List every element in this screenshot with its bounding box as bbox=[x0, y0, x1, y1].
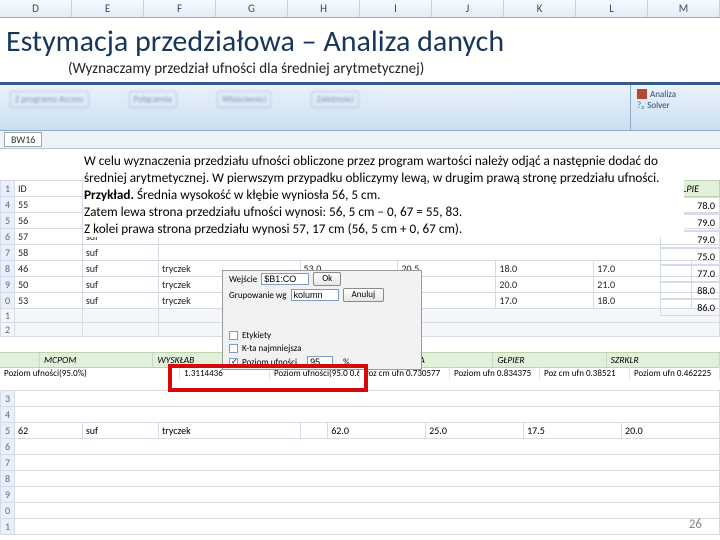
ribbon-item-solver[interactable]: ?₂Solver bbox=[637, 100, 714, 111]
name-box-bar: BW16 bbox=[0, 131, 720, 149]
descriptive-stats-dialog[interactable]: Wejście Ok Grupowanie wg Anuluj Etykiety… bbox=[222, 270, 422, 370]
col-G[interactable]: G bbox=[216, 0, 288, 17]
table-row: 758suf bbox=[1, 245, 720, 261]
excel-ribbon: Z programu AccessPołączeniaWłaściwościZa… bbox=[0, 85, 720, 131]
col-I[interactable]: I bbox=[360, 0, 432, 17]
col-H[interactable]: H bbox=[288, 0, 360, 17]
slide-title-block: Estymacja przedziałowa – Analiza danych … bbox=[0, 18, 720, 85]
para-3: Zatem lewa strona przedziału ufności wyn… bbox=[84, 204, 684, 221]
checkbox-icon[interactable] bbox=[229, 344, 238, 353]
ok-button[interactable]: Ok bbox=[313, 272, 341, 286]
highlight-rectangle bbox=[168, 364, 368, 392]
slide-title: Estymacja przedziałowa – Analiza danych bbox=[6, 26, 714, 58]
slide-subtitle: (Wyznaczamy przedział ufności dla średni… bbox=[68, 60, 714, 78]
para-2: Przykład. Średnia wysokość w kłębie wyni… bbox=[84, 187, 684, 204]
var-szrklr: SZRKLR bbox=[607, 353, 720, 367]
col-M[interactable]: M bbox=[648, 0, 720, 17]
var-mcpom: MCPOM bbox=[40, 353, 153, 367]
input-range-field[interactable] bbox=[261, 273, 309, 285]
para-1: W celu wyznaczenia przedziału ufności ob… bbox=[84, 153, 684, 187]
explanation-overlay: W celu wyznaczenia przedziału ufności ob… bbox=[84, 153, 684, 237]
col-F[interactable]: F bbox=[144, 0, 216, 17]
lower-grid: 3 4 562suftryczek62.025.017.520.0 6 7 8 … bbox=[0, 390, 720, 535]
col-K[interactable]: K bbox=[504, 0, 576, 17]
column-headers: D E F G H I J K L M bbox=[0, 0, 720, 18]
col-E[interactable]: E bbox=[72, 0, 144, 17]
dialog-cb-labels[interactable]: Etykiety bbox=[223, 329, 421, 342]
col-D[interactable]: D bbox=[0, 0, 72, 17]
dialog-grouping: Grupowanie wg Anuluj bbox=[223, 287, 421, 303]
table-row: 562suftryczek62.025.017.520.0 bbox=[1, 423, 720, 439]
slide-number: 26 bbox=[689, 517, 702, 532]
dialog-input-section: Wejście Ok bbox=[223, 271, 421, 287]
analysis-icon bbox=[637, 89, 647, 99]
col-L[interactable]: L bbox=[576, 0, 648, 17]
var-glpier: GŁPIER bbox=[493, 353, 606, 367]
ribbon-blur-area: Z programu AccessPołączeniaWłaściwościZa… bbox=[0, 85, 720, 114]
conf-label: Poziom ufności(95.0%) bbox=[0, 367, 180, 380]
dialog-cb-kth[interactable]: K-ta najmniejsza bbox=[223, 342, 421, 355]
checkbox-icon[interactable] bbox=[229, 331, 238, 340]
col-J[interactable]: J bbox=[432, 0, 504, 17]
cancel-button[interactable]: Anuluj bbox=[343, 288, 385, 302]
grouping-field[interactable] bbox=[291, 289, 339, 301]
name-box[interactable]: BW16 bbox=[4, 132, 42, 147]
ribbon-item-analysis[interactable]: Analiza bbox=[637, 89, 714, 100]
para-4: Z kolei prawa strona przedziału wynosi 5… bbox=[84, 221, 684, 238]
ribbon-analysis-group: Analiza ?₂Solver bbox=[630, 85, 720, 130]
